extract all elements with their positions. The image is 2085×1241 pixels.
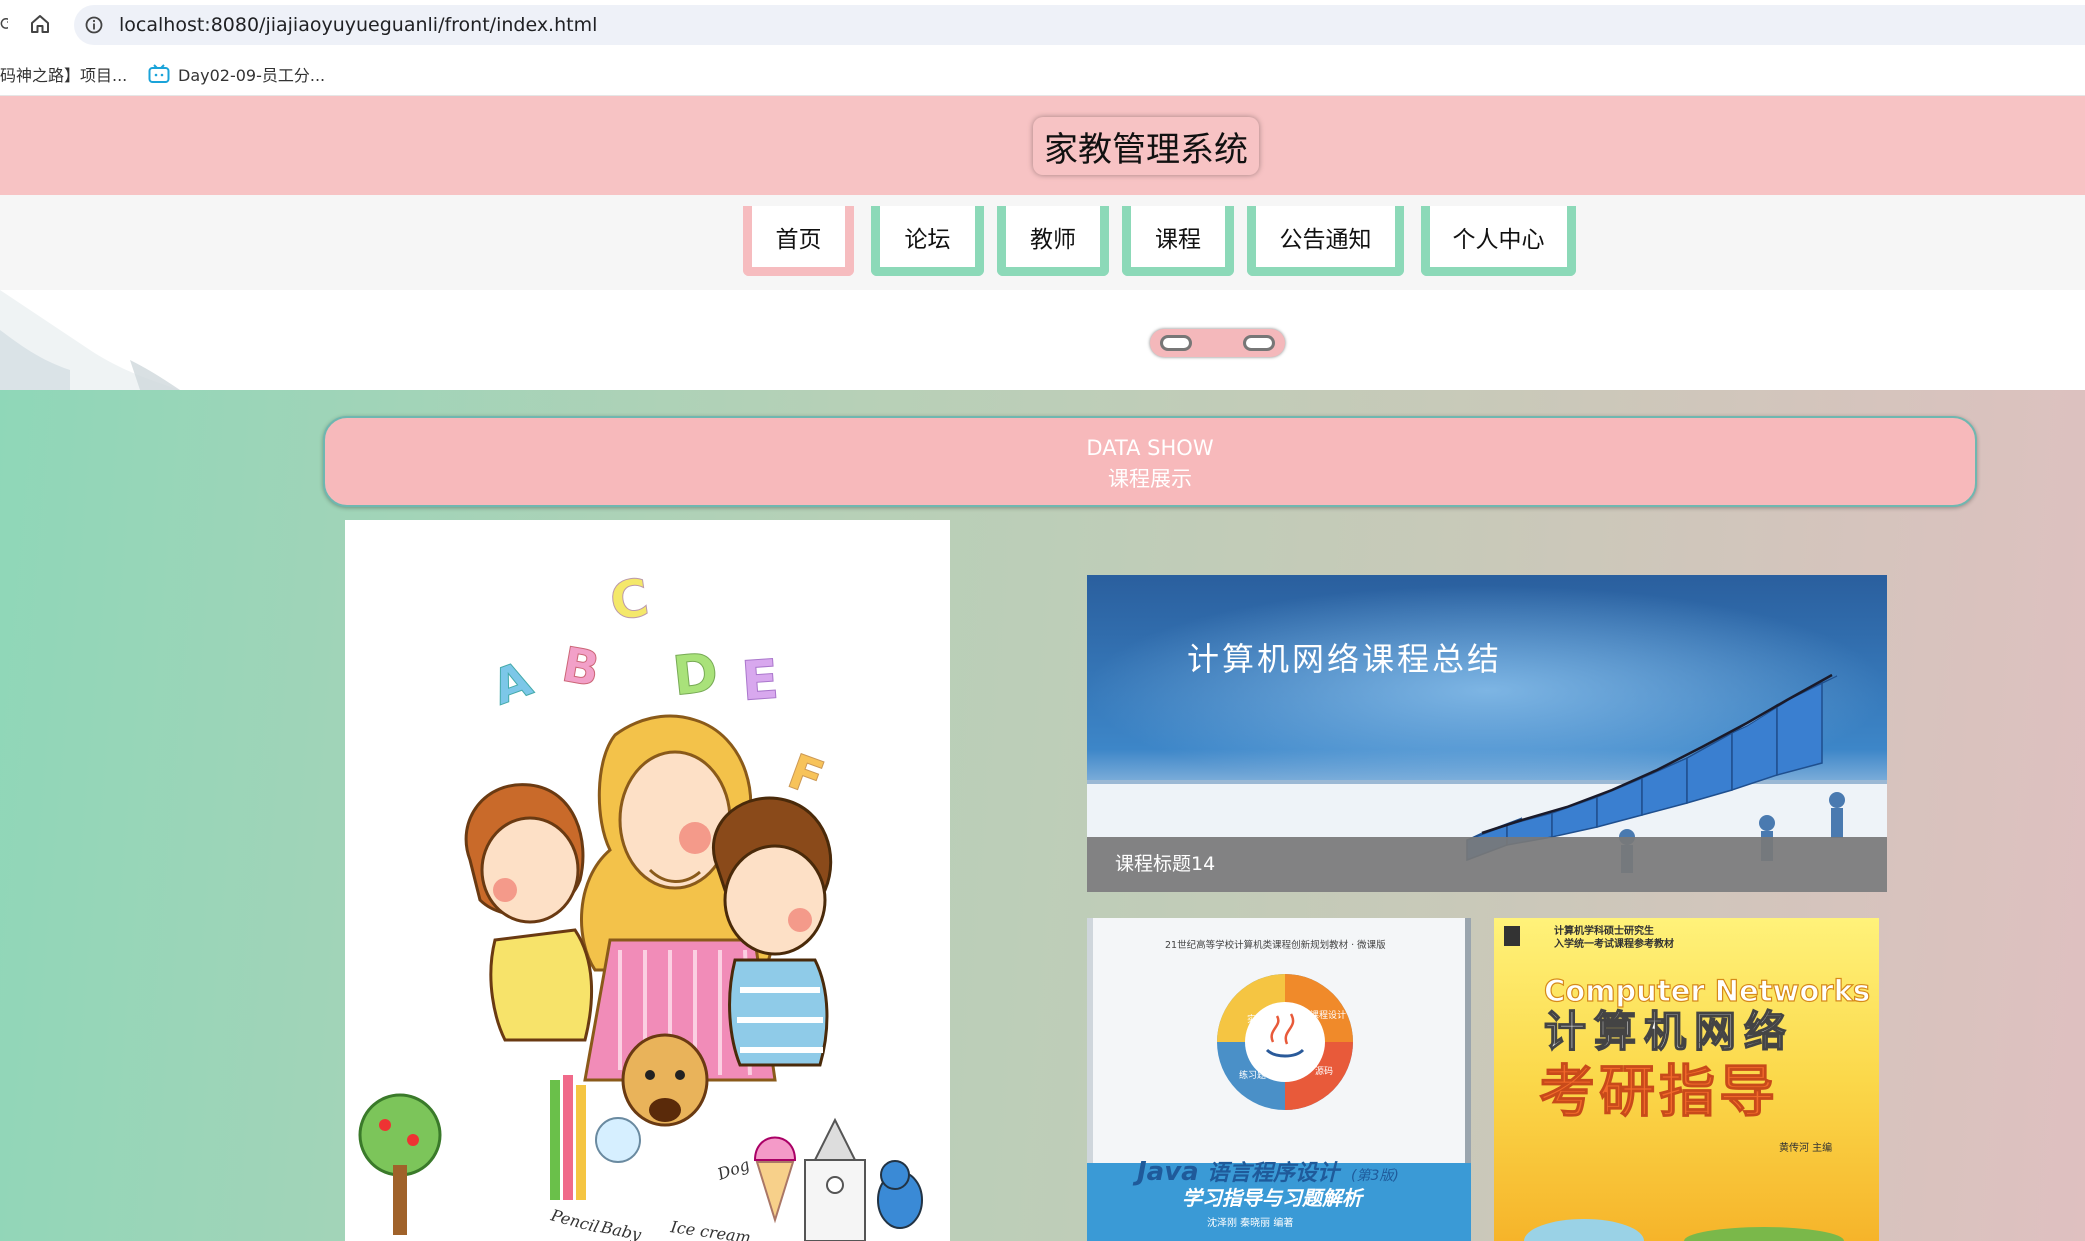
book-subtitle: 学习指导与习题解析 — [1182, 1186, 1365, 1210]
java-book-cover: 21世纪高等学校计算机类课程创新规划教材 · 微课版 实验 课程设计 练习题 源… — [1087, 918, 1471, 1241]
bookmark-item[interactable]: 码神之路】项目... — [0, 62, 127, 86]
ring-label: 源码 — [1315, 1066, 1333, 1077]
course-card-featured[interactable]: A B C D E F Pencil Baby Ice cream Dog — [345, 520, 950, 1241]
book-editor: 黄传河 主编 — [1779, 1141, 1832, 1154]
book-en-title: Computer Networks — [1544, 974, 1870, 1008]
bookmark-label: Day02-09-员工分... — [178, 66, 326, 85]
course-card-banner[interactable]: 计算机网络课程总结 课程标题14 — [1087, 575, 1887, 892]
book-cn-sub: 考研指导 — [1539, 1060, 1779, 1125]
ring-label: 练习题 — [1239, 1069, 1266, 1081]
course-card-java-book[interactable]: 21世纪高等学校计算机类课程创新规划教材 · 微课版 实验 课程设计 练习题 源… — [1087, 918, 1471, 1241]
book-top-line: 入学统一考试课程参考教材 — [1554, 937, 1674, 950]
nav-item-home[interactable]: 首页 — [743, 206, 854, 276]
section-title-cn: 课程展示 — [1108, 467, 1192, 491]
bookmark-item[interactable]: Day02-09-员工分... — [148, 62, 325, 86]
nav-item-label: 个人中心 — [1452, 226, 1545, 253]
nav-item-teacher[interactable]: 教师 — [997, 206, 1109, 276]
carousel-pagination — [1150, 329, 1285, 357]
book-header: 21世纪高等学校计算机类课程创新规划教材 · 微课版 — [1165, 939, 1386, 951]
banner-image-text: 计算机网络课程总结 — [1187, 640, 1502, 678]
nav-item-label: 课程 — [1155, 226, 1201, 253]
bookmarks-bar: 码神之路】项目... Day02-09-员工分... — [0, 50, 2085, 96]
banner-carousel[interactable] — [0, 290, 2085, 390]
home-icon[interactable] — [28, 12, 52, 36]
nav-item-label: 公告通知 — [1279, 226, 1372, 253]
nav-item-course[interactable]: 课程 — [1122, 206, 1234, 276]
course-caption-bar: 课程标题14 — [1087, 837, 1887, 892]
book-title-latin: Java — [1132, 1157, 1199, 1187]
carousel-dot[interactable] — [1243, 335, 1275, 351]
nav-item-personal-center[interactable]: 个人中心 — [1421, 206, 1576, 276]
nav-item-label: 教师 — [1030, 226, 1076, 253]
nav-item-forum[interactable]: 论坛 — [871, 206, 984, 276]
section-title-en: DATA SHOW — [1086, 436, 1214, 460]
bilibili-tv-icon — [148, 64, 170, 83]
book-authors: 沈泽刚 秦晓丽 编著 — [1207, 1216, 1293, 1229]
illustration-letter: E — [740, 648, 781, 713]
site-title: 家教管理系统 — [1033, 117, 1259, 175]
book-edition: (第3版) — [1351, 1168, 1399, 1184]
section-title: DATA SHOW 课程展示 — [323, 416, 1977, 507]
ring-label: 课程设计 — [1310, 1009, 1346, 1021]
book-top-line: 计算机学科硕士研究生 — [1554, 924, 1654, 937]
nav-item-label: 首页 — [775, 226, 822, 253]
carousel-dot[interactable] — [1160, 335, 1192, 351]
carousel-slide-edge — [0, 290, 180, 390]
course-title[interactable]: 课程标题14 — [1115, 849, 1215, 876]
book-title-cn: 语言程序设计 — [1207, 1160, 1342, 1186]
nav-item-label: 论坛 — [904, 226, 951, 253]
course-card-network-book[interactable]: 计算机学科硕士研究生 入学统一考试课程参考教材 Computer Network… — [1494, 918, 1879, 1241]
url-text[interactable]: localhost:8080/jiajiaoyuyueguanli/front/… — [119, 14, 597, 36]
nav-item-notice[interactable]: 公告通知 — [1247, 206, 1404, 276]
bookmark-label: 码神之路】项目... — [0, 66, 128, 85]
reload-icon[interactable]: ⟳ — [0, 14, 8, 34]
browser-address-bar: ⟳ localhost:8080/jiajiaoyuyueguanli/fron… — [0, 0, 2085, 50]
book-cn-title: 计算机网络 — [1544, 1007, 1794, 1056]
illustration-letter: D — [670, 641, 721, 708]
network-book-cover: 计算机学科硕士研究生 入学统一考试课程参考教材 Computer Network… — [1494, 918, 1879, 1241]
ring-label: 实验 — [1247, 1013, 1265, 1025]
info-icon[interactable] — [84, 15, 104, 35]
family-illustration: A B C D E F Pencil Baby Ice cream Dog — [345, 520, 950, 1241]
